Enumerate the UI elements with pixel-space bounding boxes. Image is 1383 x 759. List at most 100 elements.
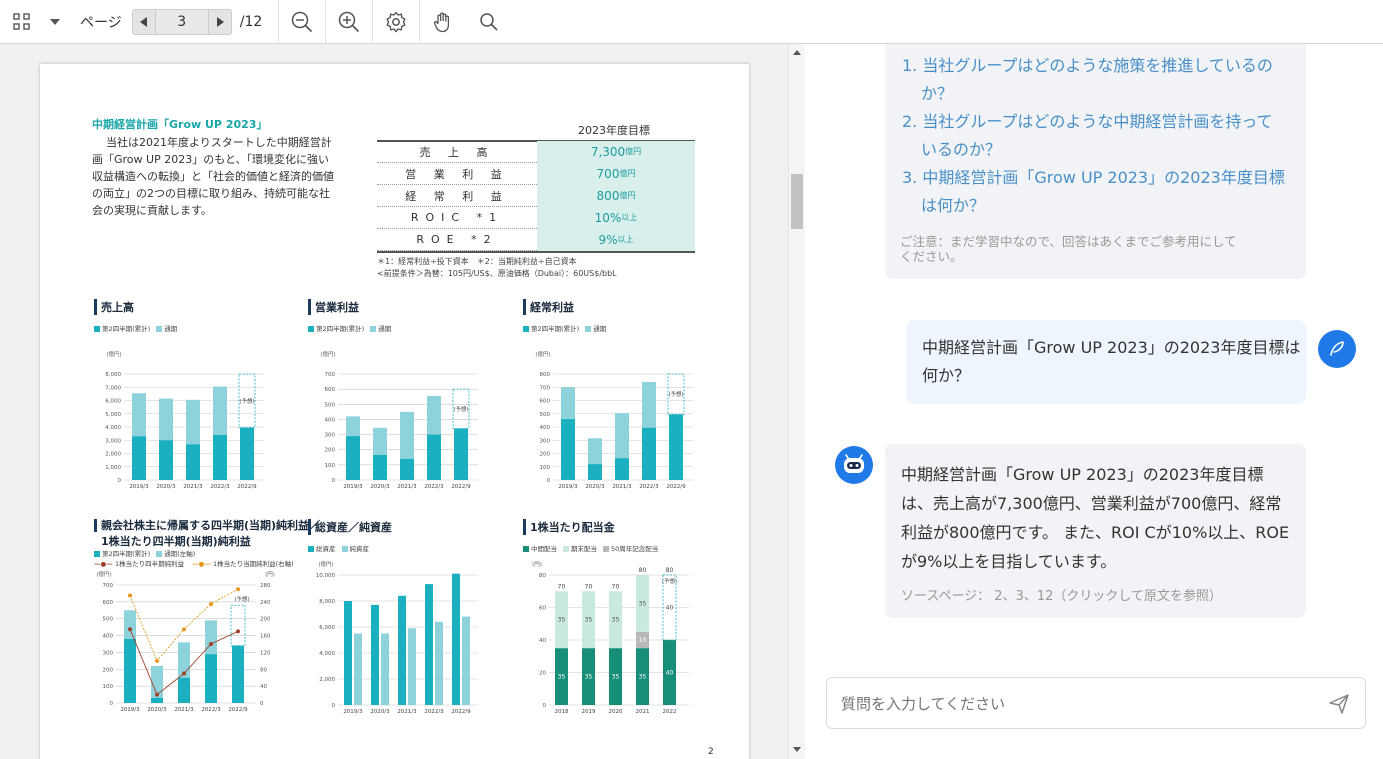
tick-label: 120: [260, 650, 271, 656]
bar-full-year: [588, 438, 602, 465]
category-label: 2022/3: [424, 709, 444, 715]
forecast-bar: [230, 604, 246, 647]
bot-answer-line: 中期経営計画「Grow UP 2023」の2023年度目標: [901, 465, 1264, 484]
value-label: 40: [666, 670, 674, 677]
eps-h1-point: [128, 627, 132, 632]
bar-full-year: [213, 386, 227, 435]
chart-title: 営業利益: [308, 299, 359, 315]
tick-label: 0: [547, 478, 551, 484]
eps-full-point: [128, 593, 132, 598]
gear-icon[interactable]: [373, 0, 419, 44]
bar-h1: [454, 428, 468, 480]
legend-item: 総資産: [308, 545, 336, 553]
page-number-input[interactable]: [155, 8, 208, 35]
eps-full-point: [182, 627, 186, 632]
chart-title: 総資産／純資産: [308, 519, 392, 535]
pdf-page: 中期経営計画「Grow UP 2023」 当社は2021年度よりスタートした中期…: [40, 64, 749, 759]
bar-full-year: [561, 387, 575, 420]
search-icon[interactable]: [466, 0, 512, 44]
page-label: ページ: [80, 14, 122, 31]
suggestion-item[interactable]: は何か？: [902, 192, 1285, 220]
forecast-label: (予想): [239, 397, 254, 405]
tick-label: 160: [260, 634, 271, 640]
tick-label: 80: [539, 573, 546, 579]
grid-view-icon[interactable]: [0, 0, 44, 44]
value-label: 10: [639, 637, 647, 644]
suggestion-item[interactable]: か？: [902, 80, 1285, 108]
bot-answer: 中期経営計画「Grow UP 2023」の2023年度目標 は、売上高が7,30…: [901, 460, 1289, 576]
tick-label: 500: [325, 402, 336, 408]
stacked-bar-chart: (億円) 8,000 7,000 6,000 5,000 4,000 3,000 2,000 1…: [105, 350, 264, 490]
category-label: 2021/3: [397, 484, 417, 490]
zoom-out-icon[interactable]: [279, 0, 325, 44]
scrollbar-thumb[interactable]: [791, 174, 803, 229]
disclaimer: ご注意：まだ学習中なので、回答はあくまでご参考用にして ください。: [900, 234, 1237, 264]
category-label: 2021: [636, 709, 650, 715]
footnote: ＊1：経常利益÷投下資本 ＊2：当期純利益÷自己資本: [377, 257, 577, 266]
intro-line: 画「Grow UP 2023」のもと、「環境変化に強い: [92, 153, 330, 166]
user-avatar: [1318, 330, 1356, 368]
target-unit: 以上: [621, 213, 638, 222]
bar-net-assets: [435, 621, 443, 705]
send-button[interactable]: [1327, 692, 1353, 716]
grouped-bar-chart: (億円) 10,000 8,000 6,000 4,000 2,000 0 2019/3 202…: [316, 560, 478, 715]
bar-h1: [124, 638, 136, 703]
tick-label: 200: [325, 448, 336, 454]
page-prev-button[interactable]: [131, 8, 156, 35]
bar-full-year: [427, 395, 441, 435]
category-label: 2022/3: [201, 707, 221, 713]
axis-unit: (億円): [320, 350, 335, 358]
tick-label: 0: [260, 701, 264, 707]
tick-label: 600: [103, 600, 114, 606]
suggestion-item[interactable]: いるのか？: [902, 136, 1285, 164]
user-message-line: 中期経営計画「Grow UP 2023」の2023年度目標は: [922, 338, 1301, 357]
category-label: 2020/3: [156, 484, 176, 490]
bar-h1: [132, 436, 146, 480]
vertical-scrollbar[interactable]: [788, 44, 805, 759]
scroll-up-arrow-icon[interactable]: [789, 48, 805, 58]
disclaimer-line: ください。: [900, 249, 963, 264]
tick-label: 2,000: [105, 452, 121, 458]
toolbar: ページ /12: [0, 0, 1383, 44]
legend-item: 期末配当: [563, 545, 597, 553]
user-message-bubble: 中期経営計画「Grow UP 2023」の2023年度目標は 何か？: [906, 320, 1306, 404]
target-row: 売 上 高 7,300 億円: [377, 140, 695, 163]
tick-label: 800: [540, 372, 551, 378]
category-label: 2022: [663, 709, 677, 715]
zoom-in-icon[interactable]: [326, 0, 372, 44]
hand-pan-icon[interactable]: [420, 0, 466, 44]
chart-legend: 第2四半期(累計) 通期(左軸): [94, 548, 201, 558]
scroll-down-arrow-icon[interactable]: [789, 744, 805, 754]
pdf-viewer[interactable]: 中期経営計画「Grow UP 2023」 当社は2021年度よりスタートした中期…: [0, 44, 805, 759]
target-value: 7,300 億円: [537, 140, 695, 163]
target-number: 9%: [598, 232, 618, 247]
page-next-button[interactable]: [207, 8, 232, 35]
category-label: 2022/9: [228, 707, 248, 713]
source-pages-link[interactable]: ソースページ： 2、3、12（クリックして原文を参照）: [901, 585, 1222, 604]
target-unit: 億円: [619, 191, 636, 200]
bar-full-year: [132, 393, 146, 437]
suggestion-item[interactable]: 2. 当社グループはどのような中期経営計画を持って: [902, 108, 1285, 136]
legend-swatch: [156, 551, 163, 557]
chat-panel: 1. 当社グループはどのような施策を推進しているの か？ 2. 当社グループはど…: [805, 44, 1383, 759]
question-input[interactable]: [841, 690, 1311, 718]
eps-h1-point: [182, 671, 186, 676]
value-label: 35: [639, 600, 647, 607]
forecast-label: (予想): [668, 390, 683, 398]
legend-item: 50周年記念配当: [603, 545, 658, 553]
legend-swatch: [94, 551, 100, 557]
suggestion-item[interactable]: 1. 当社グループはどのような施策を推進しているの: [902, 52, 1285, 80]
tick-label: 400: [540, 425, 551, 431]
dropdown-arrow-icon[interactable]: [44, 0, 66, 44]
target-unit: 億円: [619, 169, 636, 178]
bar-net-assets: [408, 628, 416, 705]
category-label: 2018: [555, 709, 569, 715]
targets-header: 2023年度目標: [578, 124, 650, 137]
category-label: 2020/3: [147, 707, 167, 713]
category-label: 2022/3: [210, 484, 230, 490]
axis-unit: (億円): [96, 570, 111, 578]
tick-label: 0: [332, 478, 336, 484]
tick-label: 80: [260, 667, 267, 673]
bar-h1: [159, 440, 173, 480]
suggestion-item[interactable]: 3. 中期経営計画「Grow UP 2023」の2023年度目標: [902, 164, 1285, 192]
